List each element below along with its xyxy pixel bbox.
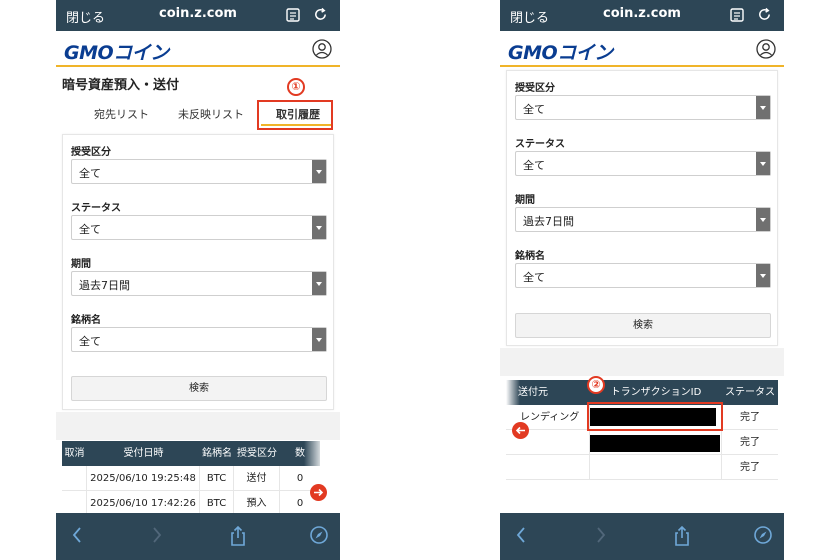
page-title: 暗号資産預入・送付 xyxy=(62,78,180,93)
scroll-right-button[interactable] xyxy=(310,484,327,501)
table-cell: 完了 xyxy=(722,405,778,430)
period-select[interactable]: 過去7日間 xyxy=(515,207,771,232)
reader-mode-icon[interactable] xyxy=(730,8,744,22)
status-select[interactable]: 全て xyxy=(515,151,771,176)
period-label: 期間 xyxy=(71,259,91,270)
gmo-coin-logo[interactable]: GMOコイン xyxy=(508,38,613,65)
compass-icon[interactable] xyxy=(753,525,773,545)
table-cell xyxy=(62,466,87,491)
header-fade-left xyxy=(506,380,520,405)
chevron-down-icon xyxy=(312,272,326,295)
table-cell: BTC xyxy=(200,466,234,491)
history-table: 取消 受付日時 銘柄名 授受区分 数 2025/06/10 19:25:48 B… xyxy=(56,441,340,516)
reader-mode-icon[interactable] xyxy=(286,8,300,22)
col-header-received-at: 受付日時 xyxy=(87,441,200,466)
step-marker-1: ① xyxy=(287,78,305,96)
reload-icon[interactable] xyxy=(757,7,772,22)
search-button[interactable]: 検索 xyxy=(515,313,771,338)
phone-screen-left: 閉じる coin.z.com GMOコイン 暗号資産預入・送付 宛先リスト 未反… xyxy=(56,0,340,560)
col-header-symbol: 銘柄名 xyxy=(200,441,234,466)
table-cell: 送付 xyxy=(234,466,280,491)
table-cell: 完了 xyxy=(722,430,778,455)
direction-select[interactable]: 全て xyxy=(71,159,327,184)
filter-panel: 授受区分 全て ステータス 全て 期間 過去7日間 銘柄名 全て 検索 xyxy=(506,70,778,346)
back-icon[interactable] xyxy=(70,525,84,545)
col-header-cancel: 取消 xyxy=(62,441,87,466)
transaction-id-cell xyxy=(590,455,722,480)
step-marker-2: ② xyxy=(587,376,605,394)
chevron-down-icon xyxy=(756,208,770,231)
gmo-coin-logo[interactable]: GMOコイン xyxy=(64,38,169,65)
section-gap xyxy=(56,412,340,440)
share-icon[interactable] xyxy=(673,525,691,547)
chevron-down-icon xyxy=(756,152,770,175)
tab-unreflected-list[interactable]: 未反映リスト xyxy=(178,106,244,122)
reload-icon[interactable] xyxy=(313,7,328,22)
chevron-down-icon xyxy=(756,96,770,119)
chevron-down-icon xyxy=(312,328,326,351)
period-select[interactable]: 過去7日間 xyxy=(71,271,327,296)
share-icon[interactable] xyxy=(229,525,247,547)
status-select[interactable]: 全て xyxy=(71,215,327,240)
user-account-icon[interactable] xyxy=(312,39,332,59)
section-gap xyxy=(500,348,784,376)
table-cell xyxy=(506,455,590,480)
symbol-label: 銘柄名 xyxy=(515,251,545,262)
chevron-down-icon xyxy=(312,160,326,183)
user-account-icon[interactable] xyxy=(756,39,776,59)
table-cell: 完了 xyxy=(722,455,778,480)
highlight-box-history-tab xyxy=(257,100,333,130)
direction-label: 授受区分 xyxy=(71,147,111,158)
symbol-select[interactable]: 全て xyxy=(71,327,327,352)
site-header: GMOコイン xyxy=(500,31,784,67)
arrow-left-icon xyxy=(515,426,525,435)
redacted-transaction-id xyxy=(590,435,720,452)
browser-bottom-bar xyxy=(56,513,340,560)
compass-icon[interactable] xyxy=(309,525,329,545)
forward-icon[interactable] xyxy=(150,525,164,545)
status-label: ステータス xyxy=(71,203,121,214)
filter-panel: 授受区分 全て ステータス 全て 期間 過去7日間 銘柄名 全て 検索 xyxy=(62,134,334,410)
symbol-select[interactable]: 全て xyxy=(515,263,771,288)
history-table: 送付元 トランザクションID ステータス レンディング 完了 完了 完了 xyxy=(500,380,784,486)
col-header-direction: 授受区分 xyxy=(234,441,280,466)
symbol-label: 銘柄名 xyxy=(71,315,101,326)
highlight-box-transaction-id xyxy=(587,402,723,431)
phone-screen-right: 閉じる coin.z.com GMOコイン 授受区分 全て ステータス 全て 期… xyxy=(500,0,784,560)
browser-top-bar: 閉じる coin.z.com xyxy=(56,0,340,31)
tab-address-list[interactable]: 宛先リスト xyxy=(94,106,149,122)
period-label: 期間 xyxy=(515,195,535,206)
table-cell: 2025/06/10 19:25:48 xyxy=(87,466,200,491)
site-header: GMOコイン xyxy=(56,31,340,67)
scroll-left-button[interactable] xyxy=(512,422,529,439)
forward-icon[interactable] xyxy=(594,525,608,545)
direction-select[interactable]: 全て xyxy=(515,95,771,120)
chevron-down-icon xyxy=(312,216,326,239)
col-header-status: ステータス xyxy=(722,380,778,405)
arrow-right-icon xyxy=(314,488,324,497)
chevron-down-icon xyxy=(756,264,770,287)
back-icon[interactable] xyxy=(514,525,528,545)
search-button[interactable]: 検索 xyxy=(71,376,327,401)
browser-top-bar: 閉じる coin.z.com xyxy=(500,0,784,31)
direction-label: 授受区分 xyxy=(515,83,555,94)
header-fade xyxy=(304,441,324,466)
browser-bottom-bar xyxy=(500,513,784,560)
status-label: ステータス xyxy=(515,139,565,150)
